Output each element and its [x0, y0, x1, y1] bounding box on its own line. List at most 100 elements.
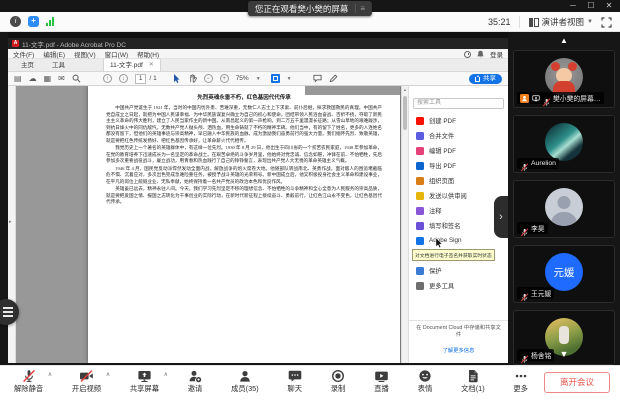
share-screen-icon	[137, 369, 152, 383]
document-paragraph: 1946 年 4 月，国民党反动派悍然发动全面内战，解放战争的炮火席卷大地。他随…	[106, 166, 382, 186]
acrobat-menubar: 文件(F) 编辑(E) 视图(V) 窗口(W) 帮助(H) 登录	[8, 49, 508, 59]
tool-more-tools[interactable]: 更多工具	[413, 278, 504, 293]
start-video-button[interactable]: 开启视频 ∧	[72, 369, 101, 394]
participant-tile[interactable]: Aurelion	[513, 115, 615, 173]
hand-tool-icon[interactable]	[188, 74, 197, 83]
maximize-button[interactable]: ☐	[584, 0, 598, 12]
menu-help[interactable]: 帮助(H)	[137, 49, 159, 59]
meeting-info-icon[interactable]: i	[10, 16, 21, 27]
vertical-scrollbar[interactable]: ▲	[401, 86, 408, 363]
tool-send-for-review[interactable]: 发送以供审阅	[413, 188, 504, 203]
record-button[interactable]: 录制	[331, 369, 346, 394]
participant-tile[interactable]: 李昊	[513, 180, 615, 238]
fullscreen-button[interactable]	[601, 17, 612, 28]
chat-button[interactable]: 聊天	[287, 369, 302, 394]
banner-menu-icon[interactable]: ≡	[354, 4, 365, 13]
render-artifact	[305, 86, 400, 95]
zoom-caret-icon[interactable]: ▼	[256, 76, 261, 82]
tool-fill-sign[interactable]: 填写和签名	[413, 218, 504, 233]
network-signal-icon	[46, 17, 54, 26]
avatar	[545, 58, 583, 96]
invite-button[interactable]: 邀请	[188, 369, 203, 394]
menu-edit[interactable]: 编辑(E)	[43, 49, 65, 59]
tool-organize-pages[interactable]: 组织页面	[413, 173, 504, 188]
list-icon	[3, 307, 13, 309]
pdf-page: 先烈英魂永垂不朽，红色基因代代传承 中国共产党诞生于 1921 年，当时的中国内…	[88, 86, 400, 363]
zoom-level[interactable]: 75%	[236, 75, 249, 82]
share-options-caret[interactable]: ∧	[164, 371, 168, 378]
chevron-down-icon: ▼	[587, 19, 593, 25]
security-shield-icon[interactable]: +	[28, 16, 39, 27]
more-button[interactable]: 更多	[513, 369, 528, 394]
tool-comment[interactable]: 注释	[413, 203, 504, 218]
page-indicator[interactable]: 1 / 1	[135, 74, 157, 84]
learn-more-link[interactable]: 了解更多信息	[443, 346, 475, 354]
more-dots-icon	[514, 369, 528, 383]
page-down-icon[interactable]: ↓	[119, 74, 128, 83]
scroll-down-icon[interactable]: ▼	[560, 349, 569, 359]
avatar: 元媛	[545, 253, 583, 291]
comment-bubble-icon[interactable]	[313, 74, 322, 83]
export-pdf-icon	[416, 162, 424, 170]
tab-tools[interactable]: 工具	[44, 57, 73, 71]
acrobat-tab-bar: 主页 工具 11-文字.pdf ✕	[8, 59, 508, 72]
tool-combine-files[interactable]: 合并文件	[413, 128, 504, 143]
minimize-button[interactable]: ─	[566, 0, 580, 12]
menu-file[interactable]: 文件(F)	[13, 49, 34, 59]
participant-tile-sharer[interactable]: 樊小樊的屏幕…	[513, 50, 615, 108]
watching-banner-text: 您正在观看樊小樊的屏幕	[255, 3, 349, 15]
documents-button[interactable]: 文档(1)	[461, 369, 485, 394]
save-icon[interactable]: ▤	[14, 74, 22, 84]
scrollbar-thumb[interactable]	[403, 96, 407, 130]
bell-icon[interactable]	[477, 50, 484, 58]
zoom-in-icon[interactable]: +	[220, 74, 229, 83]
mouse-pointer-icon	[435, 238, 443, 248]
mic-muted-icon	[520, 224, 529, 233]
email-icon[interactable]: ✉	[58, 74, 65, 84]
tool-export-pdf[interactable]: 导出 PDF	[413, 158, 504, 173]
scroll-up-icon[interactable]: ▲	[560, 36, 568, 45]
tab-close-icon[interactable]: ✕	[149, 61, 154, 68]
share-screen-button[interactable]: 共享屏幕 ∧	[130, 369, 159, 394]
signin-link[interactable]: 登录	[490, 49, 503, 59]
sidebar-collapse-handle[interactable]: ›	[494, 196, 508, 238]
view-mode-button[interactable]: 演讲者视图 ▼	[519, 16, 593, 28]
search-icon[interactable]	[72, 74, 81, 83]
create-pdf-icon	[416, 117, 424, 125]
tool-protect[interactable]: 保护	[413, 263, 504, 278]
fit-page-icon[interactable]	[271, 74, 280, 83]
audio-options-caret[interactable]: ∧	[48, 371, 52, 378]
unmute-button[interactable]: 解除静音 ∧	[14, 369, 43, 394]
document-icon	[467, 369, 479, 383]
zoom-out-icon[interactable]: −	[204, 74, 213, 83]
leave-meeting-button[interactable]: 离开会议	[544, 372, 610, 393]
cloud-storage-note: 在 Document Cloud 中存储和共享文件 了解更多信息	[409, 320, 508, 357]
members-button[interactable]: 成员(35)	[231, 369, 259, 394]
cloud-icon[interactable]: ☁	[29, 74, 37, 84]
page-number-input[interactable]: 1	[135, 74, 147, 84]
close-button[interactable]: ✕	[602, 0, 616, 12]
fit-caret-icon[interactable]: ▼	[287, 76, 292, 82]
page-up-icon[interactable]: ↑	[103, 74, 112, 83]
tab-home[interactable]: 主页	[13, 57, 42, 71]
tool-edit-pdf[interactable]: 编辑 PDF	[413, 143, 504, 158]
menu-view[interactable]: 视图(V)	[74, 49, 96, 59]
menu-window[interactable]: 窗口(W)	[105, 49, 128, 59]
emoji-button[interactable]: 表情	[418, 369, 433, 394]
tool-create-pdf[interactable]: 创建 PDF	[413, 113, 504, 128]
tools-search-input[interactable]	[413, 98, 504, 109]
history-clock-icon[interactable]	[464, 51, 471, 58]
select-cursor-icon[interactable]	[173, 74, 181, 83]
participant-name-chip: 李昊	[517, 222, 548, 234]
acrobat-toolbar: ▤ ☁ ▦ ✉ ↑ ↓ 1 / 1 − + 75% ▼	[8, 72, 508, 86]
document-area[interactable]: 先烈英魂永垂不朽，红色基因代代传承 中国共产党诞生于 1921 年，当时的中国内…	[16, 86, 401, 363]
video-options-caret[interactable]: ∧	[106, 371, 110, 378]
tool-adobe-sign[interactable]: Adobe Sign	[413, 233, 504, 248]
pencil-icon[interactable]	[329, 74, 338, 83]
participant-tile[interactable]: 元媛 王元媛	[513, 245, 615, 303]
share-document-button[interactable]: 共享	[469, 74, 502, 84]
print-icon[interactable]: ▦	[44, 74, 52, 84]
camera-off-icon	[79, 369, 94, 383]
combine-files-icon	[416, 132, 424, 140]
live-stream-button[interactable]: 直播	[374, 369, 389, 394]
